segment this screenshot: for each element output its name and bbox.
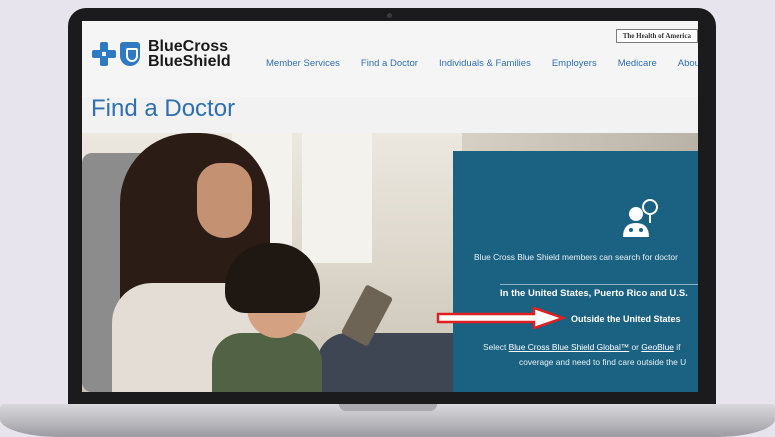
- bcbs-global-link[interactable]: Blue Cross Blue Shield Global™: [509, 342, 630, 352]
- nav-individuals-families[interactable]: Individuals & Families: [439, 58, 531, 69]
- photo-jeans: [317, 333, 457, 392]
- option-in-us-link[interactable]: In the United States, Puerto Rico and U.…: [500, 288, 688, 299]
- logo-wordmark: BlueCross BlueShield: [148, 38, 231, 70]
- site-header: The Health of America BlueCross BlueShie…: [82, 21, 698, 97]
- photo-boy-body: [212, 333, 322, 392]
- browser-viewport: The Health of America BlueCross BlueShie…: [82, 21, 698, 392]
- select-or: or: [629, 342, 642, 352]
- site-logo[interactable]: BlueCross BlueShield: [92, 38, 231, 70]
- logo-line-2: BlueShield: [148, 53, 231, 70]
- webcam: [387, 13, 392, 18]
- option-outside-us-link[interactable]: Outside the United States: [571, 314, 681, 324]
- panel-intro-text: Blue Cross Blue Shield members can searc…: [474, 252, 678, 262]
- panel-divider: [500, 284, 698, 285]
- hero-section: Blue Cross Blue Shield members can searc…: [82, 133, 698, 392]
- panel-select-text: Select Blue Cross Blue Shield Global™ or…: [483, 342, 680, 352]
- hero-photo: [82, 133, 462, 392]
- shield-logo-icon: [120, 42, 140, 66]
- find-doctor-panel: Blue Cross Blue Shield members can searc…: [453, 151, 698, 392]
- cross-logo-icon: [92, 42, 116, 66]
- laptop-base-notch: [339, 404, 437, 411]
- main-nav: Member Services Find a Doctor Individual…: [266, 58, 698, 69]
- geoblue-link[interactable]: GeoBlue: [641, 342, 674, 352]
- window-pane: [302, 133, 372, 263]
- photo-woman-face: [197, 163, 252, 238]
- red-arrow-annotation: [436, 307, 566, 329]
- nav-find-a-doctor[interactable]: Find a Doctor: [361, 58, 418, 69]
- tagline-badge: The Health of America: [615, 29, 698, 43]
- page-title: Find a Doctor: [91, 95, 236, 122]
- nav-medicare[interactable]: Medicare: [618, 58, 657, 69]
- select-suffix: if: [673, 342, 681, 352]
- logo-line-1: BlueCross: [148, 38, 229, 55]
- nav-about-us[interactable]: About Us: [678, 58, 698, 69]
- select-prefix: Select: [483, 342, 509, 352]
- nav-member-services[interactable]: Member Services: [266, 58, 340, 69]
- nav-employers[interactable]: Employers: [552, 58, 597, 69]
- doctor-search-icon: [623, 199, 658, 237]
- panel-coverage-text: coverage and need to find care outside t…: [519, 357, 687, 367]
